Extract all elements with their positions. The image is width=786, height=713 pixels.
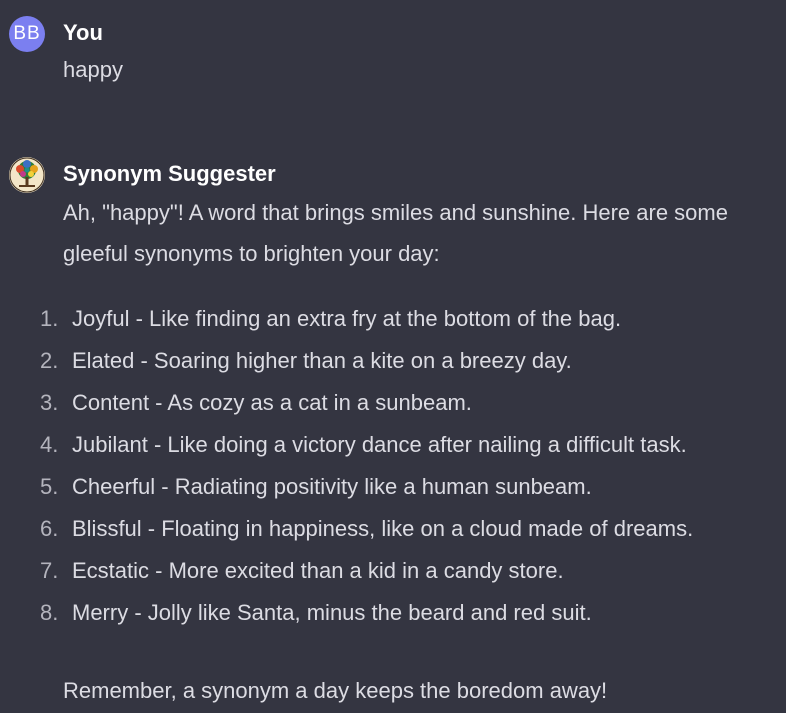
tree-logo-icon bbox=[9, 157, 45, 193]
list-item-number: 6. bbox=[40, 516, 59, 541]
list-item-text: Merry - Jolly like Santa, minus the bear… bbox=[72, 600, 592, 625]
list-item-text: Ecstatic - More excited than a kid in a … bbox=[72, 558, 564, 583]
assistant-intro-text: Ah, "happy"! A word that brings smiles a… bbox=[63, 200, 728, 266]
list-item-text: Blissful - Floating in happiness, like o… bbox=[72, 516, 694, 541]
assistant-sender-name: Synonym Suggester bbox=[63, 161, 276, 186]
list-item-number: 5. bbox=[40, 474, 59, 499]
list-item-number: 8. bbox=[40, 600, 59, 625]
user-message-text: happy bbox=[63, 57, 123, 82]
assistant-closing-text: Remember, a synonym a day keeps the bore… bbox=[63, 678, 608, 703]
list-item-number: 3. bbox=[40, 390, 59, 415]
user-avatar: BB bbox=[9, 16, 45, 52]
list-item-text: Joyful - Like finding an extra fry at th… bbox=[72, 306, 622, 331]
list-item-text: Content - As cozy as a cat in a sunbeam. bbox=[72, 390, 472, 415]
list-item-text: Jubilant - Like doing a victory dance af… bbox=[72, 432, 687, 457]
list-item-number: 4. bbox=[40, 432, 59, 457]
user-sender-name: You bbox=[63, 20, 103, 45]
list-item-text: Elated - Soaring higher than a kite on a… bbox=[72, 348, 572, 373]
list-item-number: 7. bbox=[40, 558, 59, 583]
list-item-number: 2. bbox=[40, 348, 59, 373]
list-item-number: 1. bbox=[40, 306, 59, 331]
list-item-text: Cheerful - Radiating positivity like a h… bbox=[72, 474, 592, 499]
